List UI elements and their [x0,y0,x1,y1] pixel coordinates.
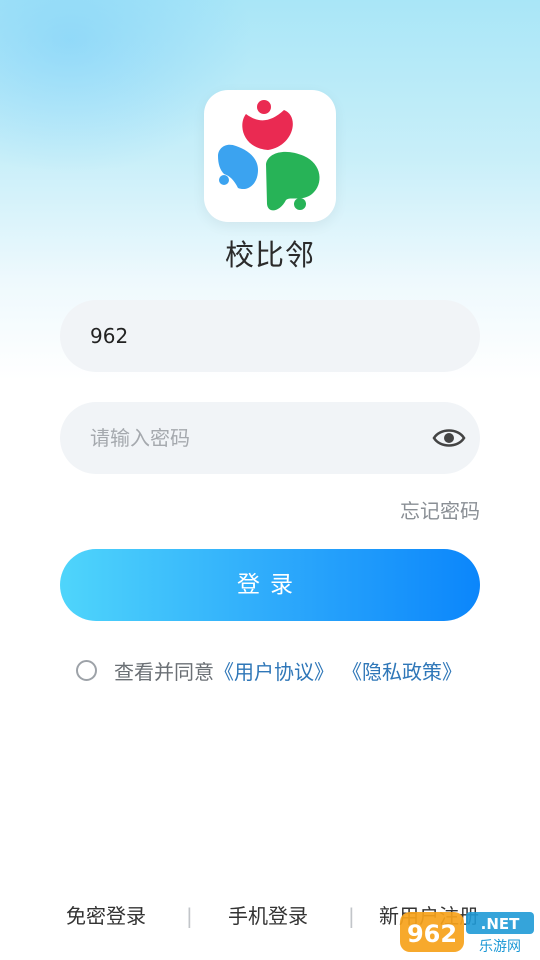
forgot-password-link[interactable]: 忘记密码 [400,495,480,524]
phone-login-link[interactable]: 手机登录 [228,900,308,932]
username-value[interactable]: 962 [90,300,128,372]
divider: | [348,904,355,928]
password-field[interactable]: 请输入密码 [60,402,480,474]
watermark-brand: 962 [407,920,457,948]
passwordless-login-link[interactable]: 免密登录 [66,900,146,932]
watermark-logo-icon: 962 .NET 乐游网 [400,912,534,955]
login-button[interactable]: 登录 [60,549,480,621]
app-name: 校比邻 [224,238,315,272]
app-logo-icon [218,100,320,211]
privacy-policy-link[interactable]: 《隐私政策》 [342,660,462,684]
agreement-prefix: 查看并同意 [114,660,214,684]
agreement-checkbox[interactable] [76,660,97,681]
username-field[interactable]: 962 [60,300,480,372]
site-watermark: 962 .NET 乐游网 [398,908,536,956]
show-password-eye-icon[interactable] [432,424,466,452]
password-placeholder[interactable]: 请输入密码 [90,402,190,474]
watermark-suffix: .NET [481,915,520,933]
watermark-sub: 乐游网 [479,939,521,955]
agreement-text: 查看并同意《用户协议》 《隐私政策》 [114,658,462,686]
app-logo [204,90,336,222]
agreement-row: 查看并同意《用户协议》 《隐私政策》 [76,658,496,686]
user-agreement-link[interactable]: 《用户协议》 [214,660,334,684]
divider: | [186,904,193,928]
